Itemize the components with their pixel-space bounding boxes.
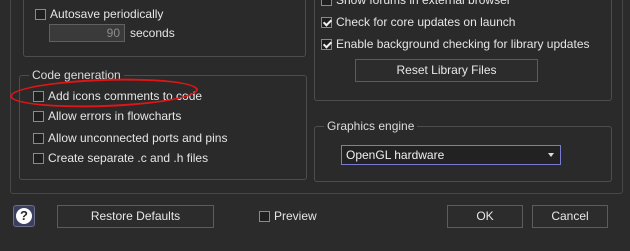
option-separate-files[interactable]: Create separate .c and .h files [33,150,208,166]
option-allow-errors[interactable]: Allow errors in flowcharts [33,108,181,124]
library-updates-label: Enable background checking for library u… [336,37,590,51]
autosave-group: Autosave periodically 90 seconds [23,0,306,57]
allow-unconnected-checkbox[interactable] [33,132,44,144]
preview-checkbox[interactable] [259,210,270,222]
allow-errors-checkbox[interactable] [33,110,44,122]
option-allow-unconnected[interactable]: Allow unconnected ports and pins [33,130,227,146]
core-updates-label: Check for core updates on launch [336,15,516,29]
restore-defaults-button[interactable]: Restore Defaults [57,205,214,228]
preview-label: Preview [274,209,317,223]
autosave-interval-input[interactable]: 90 [49,24,125,42]
forums-browser-label: Show forums in external browser [336,0,511,7]
cancel-button[interactable]: Cancel [532,205,608,228]
graphics-engine-value: OpenGL hardware [346,148,445,162]
separate-files-checkbox[interactable] [33,152,44,164]
library-updates-checkbox[interactable] [321,38,332,50]
allow-unconnected-label: Allow unconnected ports and pins [48,131,228,145]
chevron-down-icon [548,153,554,157]
reset-library-button[interactable]: Reset Library Files [355,59,538,82]
updates-group: Show forums in external browser Check fo… [314,0,612,101]
options-dialog: Autosave periodically 90 seconds Code ge… [0,0,630,251]
graphics-engine-title: Graphics engine [324,119,418,133]
option-core-updates[interactable]: Check for core updates on launch [321,14,515,30]
forums-browser-checkbox[interactable] [321,0,332,6]
separate-files-label: Create separate .c and .h files [48,151,209,165]
graphics-engine-select[interactable]: OpenGL hardware [341,145,561,165]
allow-errors-label: Allow errors in flowcharts [48,109,182,123]
option-library-updates[interactable]: Enable background checking for library u… [321,36,590,52]
autosave-checkbox[interactable] [35,8,46,20]
help-icon: ? [16,208,32,224]
help-button[interactable]: ? [13,205,35,227]
autosave-label: Autosave periodically [50,7,164,21]
core-updates-checkbox[interactable] [321,16,332,28]
preview-toggle[interactable]: Preview [259,208,317,224]
option-forums-browser[interactable]: Show forums in external browser [321,0,511,8]
ok-button[interactable]: OK [447,205,523,228]
autosave-row[interactable]: Autosave periodically [35,6,163,22]
autosave-interval-unit: seconds [130,26,175,40]
